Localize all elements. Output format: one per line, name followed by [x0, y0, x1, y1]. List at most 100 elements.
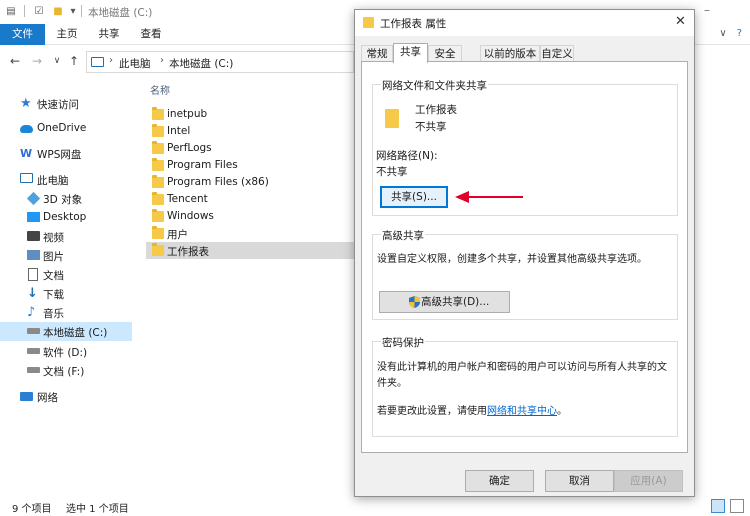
ok-button[interactable]: 确定 — [465, 470, 534, 492]
tab-previous-versions[interactable]: 以前的版本 — [480, 45, 540, 62]
advanced-sharing-button[interactable]: 高级共享(D)... — [379, 291, 510, 313]
advanced-sharing-group: 高级共享 设置自定义权限，创建多个共享，并设置其他高级共享选项。 高级共享(D)… — [372, 228, 678, 320]
nav-this-pc[interactable]: 此电脑 — [0, 170, 132, 189]
list-item[interactable]: 用户 — [146, 225, 356, 242]
tab-customize[interactable]: 自定义 — [540, 45, 574, 62]
share-button[interactable]: 共享(S)... — [380, 186, 448, 208]
nav-documents[interactable]: 文档 — [0, 265, 132, 284]
picture-icon — [27, 250, 40, 260]
chevron-down-icon[interactable]: ▾ — [66, 4, 80, 18]
checkmark-icon[interactable]: ☑ — [32, 4, 46, 18]
details-view-icon[interactable] — [711, 499, 725, 513]
expand-ribbon-icon[interactable]: ∨ — [719, 28, 726, 39]
breadcrumb-this-pc[interactable]: 此电脑 — [119, 56, 151, 71]
nav-downloads[interactable]: ↓ 下载 — [0, 284, 132, 303]
list-item[interactable]: Intel — [146, 123, 356, 140]
nav-quick-access[interactable]: ★ 快速访问 — [0, 94, 132, 113]
list-item[interactable]: Program Files — [146, 157, 356, 174]
nav-label: 软件 (D:) — [43, 347, 88, 359]
apply-button[interactable]: 应用(A) — [614, 470, 683, 492]
tab-home[interactable]: 主页 — [47, 24, 87, 45]
nav-wps-drive[interactable]: W WPS网盘 — [0, 144, 132, 163]
folder-icon — [363, 17, 374, 28]
nav-local-disk-c[interactable]: 本地磁盘 (C:) — [0, 322, 132, 341]
nav-desktop[interactable]: Desktop — [0, 208, 132, 227]
nav-network[interactable]: 网络 — [0, 387, 132, 406]
up-arrow-icon[interactable]: ↑ — [67, 54, 81, 68]
password-change-suffix: 。 — [557, 406, 567, 417]
file-name: Intel — [167, 125, 191, 137]
red-arrow-annotation — [455, 191, 523, 203]
shared-folder-name: 工作报表 — [415, 104, 457, 116]
tab-file[interactable]: 文件 — [0, 24, 45, 45]
nav-label: 音乐 — [43, 308, 64, 320]
cube-icon — [26, 191, 41, 206]
folder-icon — [152, 209, 164, 222]
tab-sharing[interactable]: 共享 — [393, 43, 428, 63]
navigation-pane: ★ 快速访问 OneDrive W WPS网盘 此电脑 3D 对象 Deskto… — [0, 86, 132, 406]
folder-icon — [152, 124, 164, 137]
folder-icon — [152, 243, 164, 256]
tab-view[interactable]: 查看 — [131, 24, 171, 45]
forward-arrow-icon[interactable]: → — [30, 54, 44, 68]
recent-chevron-icon[interactable]: ∨ — [50, 56, 64, 66]
breadcrumb-chevron-icon[interactable]: › — [109, 55, 113, 66]
computer-icon — [91, 57, 104, 67]
nav-drive-d[interactable]: 软件 (D:) — [0, 342, 132, 361]
nav-drive-f[interactable]: 文档 (F:) — [0, 361, 132, 380]
help-icon[interactable]: ? — [737, 28, 742, 39]
tab-security[interactable]: 安全 — [428, 45, 462, 62]
file-name: 用户 — [167, 229, 188, 241]
column-header-name[interactable]: 名称 — [150, 82, 170, 97]
document-icon — [28, 268, 38, 281]
list-item[interactable]: Windows — [146, 208, 356, 225]
nav-onedrive[interactable]: OneDrive — [0, 119, 132, 138]
music-icon: ♪ — [27, 305, 36, 320]
file-name: Tencent — [167, 193, 208, 205]
nav-pictures[interactable]: 图片 — [0, 246, 132, 265]
nav-label: 文档 (F:) — [43, 366, 85, 378]
nav-label: Desktop — [43, 211, 87, 223]
nav-label: 图片 — [43, 251, 64, 263]
download-icon: ↓ — [27, 286, 38, 301]
nav-3d-objects[interactable]: 3D 对象 — [0, 189, 132, 208]
tab-general[interactable]: 常规 — [361, 45, 393, 62]
nav-label: 文档 — [43, 270, 64, 282]
cancel-button[interactable]: 取消 — [545, 470, 614, 492]
tab-share[interactable]: 共享 — [89, 24, 129, 45]
folder-icon[interactable]: ■ — [51, 4, 65, 18]
network-icon — [20, 392, 33, 401]
list-item-selected[interactable]: 工作报表 — [146, 242, 356, 259]
list-item[interactable]: Tencent — [146, 191, 356, 208]
drive-icon — [27, 348, 40, 354]
nav-label: 本地磁盘 (C:) — [43, 327, 108, 339]
share-status: 不共享 — [415, 121, 447, 133]
minimize-icon[interactable]: – — [700, 3, 714, 17]
password-change-prefix: 若要更改此设置，请使用 — [377, 406, 487, 417]
star-icon: ★ — [20, 96, 32, 111]
list-item[interactable]: Program Files (x86) — [146, 174, 356, 191]
close-icon[interactable]: ✕ — [675, 14, 686, 29]
breadcrumb-local-disk[interactable]: 本地磁盘 (C:) — [169, 56, 233, 71]
nav-videos[interactable]: 视频 — [0, 227, 132, 246]
network-sharing-center-link[interactable]: 网络和共享中心 — [487, 406, 557, 417]
dialog-titlebar[interactable]: 工作报表 属性 ✕ — [355, 10, 694, 36]
ribbon-controls: ∨ ? — [719, 28, 742, 39]
list-item[interactable]: inetpub — [146, 106, 356, 123]
nav-label: 网络 — [37, 392, 58, 404]
list-item[interactable]: PerfLogs — [146, 140, 356, 157]
dialog-tabs: 常规 共享 安全 以前的版本 自定义 — [361, 43, 688, 63]
properties-icon[interactable]: ▤ — [4, 4, 18, 18]
file-name: inetpub — [167, 108, 208, 120]
address-bar[interactable]: › 此电脑 › 本地磁盘 (C:) — [86, 51, 354, 73]
folder-icon — [152, 175, 164, 188]
advanced-sharing-description: 设置自定义权限，创建多个共享，并设置其他高级共享选项。 — [377, 254, 647, 265]
breadcrumb-chevron-icon[interactable]: › — [160, 55, 164, 66]
file-name: PerfLogs — [167, 142, 212, 154]
back-arrow-icon[interactable]: ← — [8, 54, 22, 68]
large-icons-view-icon[interactable] — [730, 499, 744, 513]
nav-label: WPS网盘 — [37, 149, 82, 161]
nav-label: OneDrive — [37, 122, 87, 134]
drive-icon — [27, 328, 40, 334]
nav-music[interactable]: ♪ 音乐 — [0, 303, 132, 322]
